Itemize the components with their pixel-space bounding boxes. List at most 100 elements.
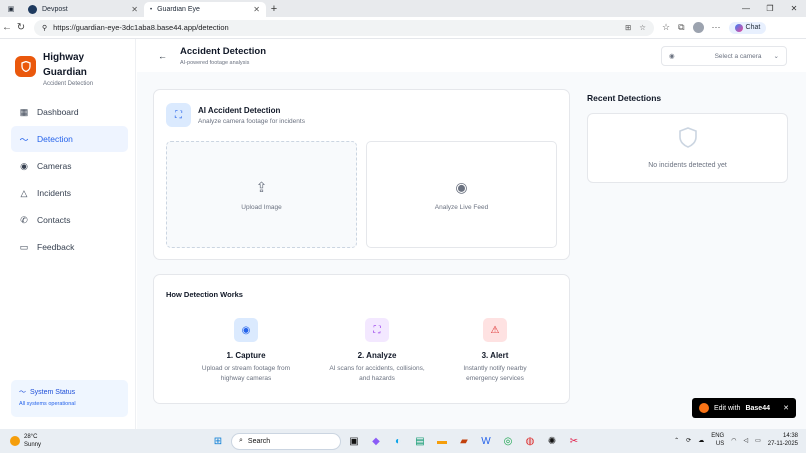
app-root: Highway Guardian Accident Detection ▦ Da… (0, 39, 806, 429)
step-description: Instantly notify nearby emergency servic… (463, 365, 527, 382)
search-label: Search (247, 437, 271, 445)
language-indicator[interactable]: ENG US (711, 432, 724, 448)
step-title: 2. Analyze (357, 351, 397, 360)
live-feed-label: Analyze Live Feed (434, 203, 489, 211)
sidebar-item-label: Contacts (37, 215, 71, 225)
site-info-icon[interactable]: ⚲ (42, 24, 47, 32)
step-title: 1. Capture (226, 351, 266, 360)
step-description: AI scans for accidents, collisions, and … (329, 365, 425, 382)
sidebar-item-detection[interactable]: 〜 Detection (11, 126, 128, 152)
sidebar-nav: ▦ Dashboard 〜 Detection ◉ Cameras △ Inci… (11, 99, 128, 261)
step-capture: ◉ 1. Capture Upload or stream footage fr… (181, 318, 311, 384)
sidebar-item-label: Dashboard (37, 107, 79, 117)
close-tab-icon[interactable]: ✕ (253, 5, 260, 14)
edit-with-base44-badge[interactable]: Edit with Base44 ✕ (692, 398, 796, 418)
close-icon[interactable]: ✕ (783, 404, 789, 412)
project-icon[interactable]: ▤ (411, 432, 429, 450)
task-view-icon[interactable]: ▣ (345, 432, 363, 450)
windows-start-icon[interactable]: ⊞ (209, 432, 227, 450)
copilot-icon (734, 23, 743, 32)
sidebar-item-feedback[interactable]: ▭ Feedback (11, 234, 128, 260)
sidebar-item-dashboard[interactable]: ▦ Dashboard (11, 99, 128, 125)
camera-icon: ◉ (455, 178, 468, 195)
main-content: ← Accident Detection AI-powered footage … (137, 39, 806, 429)
new-tab-icon[interactable]: + (266, 3, 282, 15)
back-arrow-icon[interactable]: ← (158, 51, 167, 61)
favorites-icon[interactable]: ☆ (662, 22, 670, 33)
camera-icon: ◉ (669, 53, 675, 60)
powerpoint-icon[interactable]: ▰ (455, 432, 473, 450)
brand-title-line1: Highway (43, 52, 85, 63)
snipping-tool-icon[interactable]: ✂ (565, 432, 583, 450)
battery-icon[interactable]: ▭ (755, 437, 761, 444)
upload-icon: ⇪ (255, 178, 268, 195)
weather-widget[interactable]: 28°C Sunny (10, 433, 41, 449)
shield-logo-icon (15, 56, 36, 77)
system-tray: ⌃ ⟳ ☁ ENG US ◠ ◁ ▭ 14:38 27-11-2025 (674, 432, 798, 448)
cloud-icon[interactable]: ☁ (698, 437, 704, 444)
search-icon: ⌕ (239, 437, 243, 444)
step-analyze: ⛶ 2. Analyze AI scans for accidents, col… (312, 318, 442, 384)
devpost-icon (28, 5, 37, 14)
message-icon: ▭ (19, 241, 29, 252)
chatgpt-icon[interactable]: ✺ (543, 432, 561, 450)
clock[interactable]: 14:38 27-11-2025 (768, 432, 798, 448)
minimize-icon[interactable]: — (734, 4, 758, 13)
chevron-up-icon[interactable]: ⌃ (674, 437, 679, 444)
activity-icon: 〜 (19, 389, 26, 396)
sidebar-item-cameras[interactable]: ◉ Cameras (11, 153, 128, 179)
sidebar-item-label: Incidents (37, 188, 72, 198)
brand-title-line2: Guardian (43, 67, 87, 78)
sidebar: Highway Guardian Accident Detection ▦ Da… (0, 39, 136, 429)
chat-button[interactable]: Chat (728, 21, 767, 34)
reload-icon[interactable]: ↻ (14, 22, 28, 33)
how-detection-works-card: How Detection Works ◉ 1. Capture Upload … (153, 274, 570, 404)
sidebar-item-label: Feedback (37, 242, 75, 252)
browser-tab-devpost[interactable]: Devpost ✕ (22, 2, 144, 17)
url-text: https://guardian-eye-3dc1aba8.base44.app… (53, 23, 229, 32)
browser-tab-guardian-eye[interactable]: • Guardian Eye ✕ (144, 2, 266, 17)
window-menu-icon[interactable]: ▣ (0, 0, 22, 17)
close-tab-icon[interactable]: ✕ (131, 5, 138, 14)
restore-icon[interactable]: ❐ (758, 4, 782, 13)
url-field[interactable]: ⚲ https://guardian-eye-3dc1aba8.base44.a… (34, 19, 654, 36)
sidebar-item-incidents[interactable]: △ Incidents (11, 180, 128, 206)
profile-avatar[interactable] (692, 22, 704, 33)
camera-icon: ◉ (234, 318, 258, 342)
collections-icon[interactable]: ⧉ (678, 22, 684, 33)
camera-select-placeholder: Select a camera (714, 52, 762, 60)
bookmark-star-icon[interactable]: ☆ (639, 23, 646, 32)
warning-icon: △ (20, 187, 28, 198)
close-window-icon[interactable]: ✕ (782, 4, 806, 13)
page-title: Accident Detection (180, 46, 267, 57)
edge-icon[interactable]: ◐ (389, 432, 407, 450)
wifi-icon[interactable]: ◠ (731, 437, 736, 444)
status-title: System Status (30, 388, 76, 396)
brand-subtitle: Accident Detection (43, 81, 94, 87)
phone-icon: ✆ (20, 214, 28, 225)
empty-state-text: No incidents detected yet (648, 162, 727, 169)
file-explorer-icon[interactable]: ▬ (433, 432, 451, 450)
taskbar-search[interactable]: ⌕ Search (231, 432, 341, 450)
word-icon[interactable]: W (477, 432, 495, 450)
upload-image-button[interactable]: ⇪ Upload Image (166, 141, 357, 248)
sidebar-item-label: Detection (37, 134, 73, 144)
back-icon[interactable]: ← (0, 22, 14, 33)
analyze-live-feed-button[interactable]: ◉ Analyze Live Feed (366, 141, 557, 248)
chrome-icon[interactable]: ◍ (521, 432, 539, 450)
edit-prefix: Edit with (714, 404, 741, 412)
sidebar-item-contacts[interactable]: ✆ Contacts (11, 207, 128, 233)
edit-brand: Base44 (745, 404, 770, 412)
weather-temp: 28°C (24, 434, 38, 440)
browser-tab-bar: ▣ Devpost ✕ • Guardian Eye ✕ + — ❐ ✕ (0, 0, 806, 17)
card-subtitle: Analyze camera footage for incidents (198, 118, 305, 125)
step-description: Upload or stream footage from highway ca… (201, 365, 291, 382)
whatsapp-icon[interactable]: ◎ (499, 432, 517, 450)
app-available-icon[interactable]: ⊞ (625, 23, 631, 32)
widgets-icon[interactable]: ◆ (367, 432, 385, 450)
camera-select[interactable]: ◉ Select a camera ⌄ (661, 46, 787, 66)
more-menu-icon[interactable]: ⋯ (712, 22, 721, 33)
sync-icon[interactable]: ⟳ (686, 437, 691, 444)
sidebar-item-label: Cameras (37, 161, 72, 171)
volume-icon[interactable]: ◁ (743, 437, 748, 444)
